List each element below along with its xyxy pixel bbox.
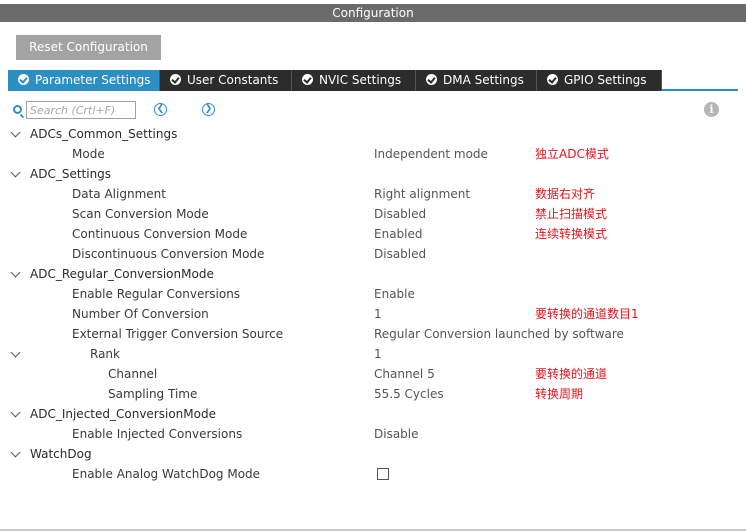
check-circle-icon: [170, 74, 181, 85]
param-value[interactable]: 1: [374, 344, 382, 364]
window-title: Configuration: [0, 4, 746, 22]
check-circle-icon: [18, 74, 29, 85]
check-circle-icon: [426, 74, 437, 85]
annotation-note: 转换周期: [535, 387, 584, 401]
tab-parameter-settings[interactable]: Parameter Settings: [8, 70, 160, 91]
watchdog-checkbox[interactable]: [377, 468, 389, 480]
tab-dma-settings[interactable]: DMA Settings: [416, 70, 537, 91]
param-label: External Trigger Conversion Source: [72, 327, 284, 341]
group-adc-regular-conversionmode[interactable]: ADC_Regular_ConversionMode: [0, 264, 746, 284]
param-row-continuous-conversion-mode[interactable]: Continuous Conversion Mode Enabled 连续转换模…: [0, 224, 746, 244]
arrow-left-circle-icon[interactable]: ❮: [154, 103, 167, 116]
chevron-down-icon[interactable]: [10, 407, 21, 418]
group-watchdog[interactable]: WatchDog: [0, 444, 746, 464]
param-label: Enable Analog WatchDog Mode: [72, 467, 261, 481]
param-label: Sampling Time: [108, 387, 198, 401]
tab-label: DMA Settings: [443, 73, 524, 87]
annotation-note: 数据右对齐: [535, 187, 596, 201]
param-label: Number Of Conversion: [72, 307, 209, 321]
param-label: Channel: [108, 367, 158, 381]
chevron-down-icon[interactable]: [10, 347, 21, 358]
param-row-number-of-conversion[interactable]: Number Of Conversion 1 要转换的通道数目1: [0, 304, 746, 324]
tab-bar: Parameter Settings User Constants NVIC S…: [8, 70, 738, 91]
param-value[interactable]: 1: [374, 304, 382, 324]
param-label: Enable Injected Conversions: [72, 427, 243, 441]
param-row-enable-regular-conversions[interactable]: Enable Regular Conversions Enable: [0, 284, 746, 304]
param-value[interactable]: Right alignment: [374, 184, 470, 204]
param-label: Scan Conversion Mode: [72, 207, 209, 221]
group-label: ADCs_Common_Settings: [30, 127, 178, 141]
search-input[interactable]: [26, 101, 136, 119]
param-label: Mode: [72, 147, 105, 161]
annotation-note: 要转换的通道: [535, 367, 608, 381]
param-row-mode[interactable]: Mode Independent mode 独立ADC模式: [0, 144, 746, 164]
param-row-sampling-time[interactable]: Sampling Time 55.5 Cycles 转换周期: [0, 384, 746, 404]
param-row-data-alignment[interactable]: Data Alignment Right alignment 数据右对齐: [0, 184, 746, 204]
group-label: ADC_Injected_ConversionMode: [30, 407, 216, 421]
tab-label: NVIC Settings: [319, 73, 402, 87]
param-value[interactable]: Disabled: [374, 244, 426, 264]
param-row-enable-analog-watchdog[interactable]: Enable Analog WatchDog Mode: [0, 464, 746, 484]
group-label: WatchDog: [30, 447, 92, 461]
reset-configuration-button[interactable]: Reset Configuration: [16, 35, 161, 60]
param-value[interactable]: Enable: [374, 284, 415, 304]
param-label: Data Alignment: [72, 187, 166, 201]
chevron-down-icon[interactable]: [10, 447, 21, 458]
param-row-discontinuous-conversion-mode[interactable]: Discontinuous Conversion Mode Disabled: [0, 244, 746, 264]
param-label: Continuous Conversion Mode: [72, 227, 248, 241]
tab-label: Parameter Settings: [35, 73, 151, 87]
param-label: Enable Regular Conversions: [72, 287, 241, 301]
check-circle-icon: [547, 74, 558, 85]
annotation-note: 独立ADC模式: [535, 147, 609, 161]
chevron-down-icon[interactable]: [10, 127, 21, 138]
param-row-channel[interactable]: Channel Channel 5 要转换的通道: [0, 364, 746, 384]
tab-label: User Constants: [187, 73, 279, 87]
param-row-external-trigger-source[interactable]: External Trigger Conversion Source Regul…: [0, 324, 746, 344]
param-value[interactable]: Independent mode: [374, 144, 488, 164]
group-adcs-common-settings[interactable]: ADCs_Common_Settings: [0, 124, 746, 144]
annotation-note: 连续转换模式: [535, 227, 608, 241]
tab-gpio-settings[interactable]: GPIO Settings: [537, 70, 662, 91]
chevron-down-icon[interactable]: [10, 167, 21, 178]
info-icon[interactable]: i: [704, 102, 719, 117]
arrow-right-circle-icon[interactable]: ❯: [202, 103, 215, 116]
param-row-rank[interactable]: Rank 1: [0, 344, 746, 364]
group-label: ADC_Regular_ConversionMode: [30, 267, 214, 281]
param-value[interactable]: Channel 5: [374, 364, 435, 384]
param-label: Discontinuous Conversion Mode: [72, 247, 265, 261]
tab-user-constants[interactable]: User Constants: [160, 70, 292, 91]
chevron-down-icon[interactable]: [10, 267, 21, 278]
group-label: ADC_Settings: [30, 167, 112, 181]
param-row-scan-conversion-mode[interactable]: Scan Conversion Mode Disabled 禁止扫描模式: [0, 204, 746, 224]
check-circle-icon: [302, 74, 313, 85]
annotation-note: 禁止扫描模式: [535, 207, 608, 221]
tab-nvic-settings[interactable]: NVIC Settings: [292, 70, 416, 91]
group-adc-injected-conversionmode[interactable]: ADC_Injected_ConversionMode: [0, 404, 746, 424]
annotation-note: 要转换的通道数目1: [535, 307, 639, 321]
param-row-enable-injected-conversions[interactable]: Enable Injected Conversions Disable: [0, 424, 746, 444]
param-value[interactable]: Enabled: [374, 224, 423, 244]
search-icon: [13, 105, 22, 114]
param-value[interactable]: Disabled: [374, 204, 426, 224]
group-adc-settings[interactable]: ADC_Settings: [0, 164, 746, 184]
param-value[interactable]: Regular Conversion launched by software: [374, 324, 624, 344]
param-value[interactable]: Disable: [374, 424, 419, 444]
param-value[interactable]: 55.5 Cycles: [374, 384, 444, 404]
tab-label: GPIO Settings: [564, 73, 647, 87]
param-label: Rank: [90, 347, 120, 361]
